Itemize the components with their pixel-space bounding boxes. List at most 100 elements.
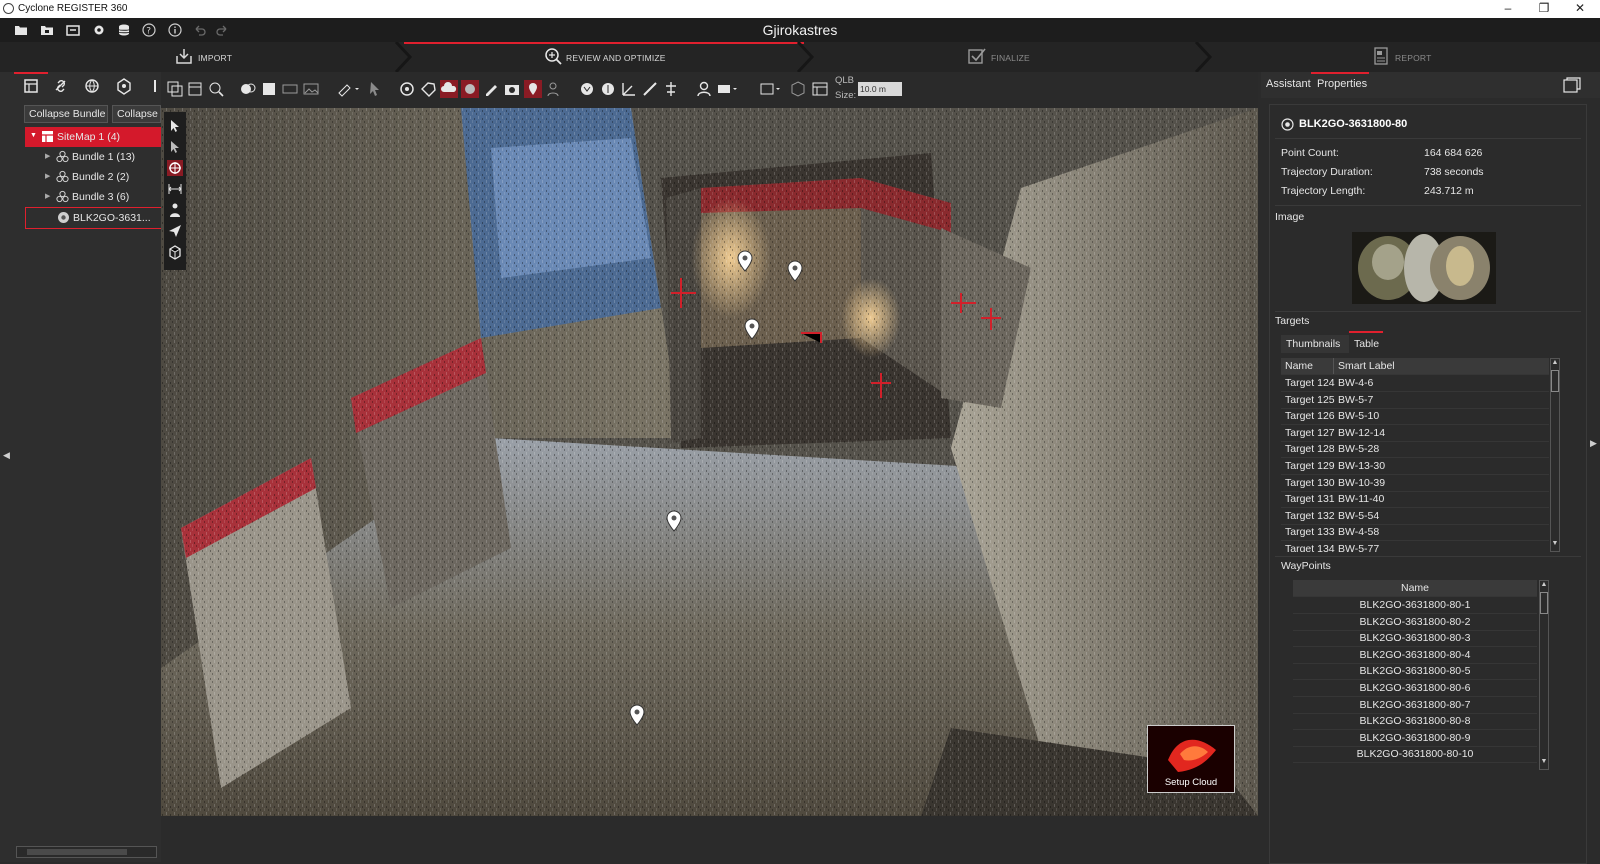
ruler-icon[interactable]: [641, 80, 659, 98]
scroll-down-arrow-icon[interactable]: ▼: [1551, 540, 1559, 550]
scroll-up-arrow-icon[interactable]: ▲: [1540, 581, 1548, 591]
targets-tab-thumbnails[interactable]: Thumbnails: [1281, 335, 1349, 353]
select-arrow-icon[interactable]: [167, 118, 183, 134]
table-row[interactable]: Target 132 BW-5-54: [1281, 508, 1549, 525]
person-link-icon[interactable]: [545, 80, 563, 98]
setup-cloud-thumbnail[interactable]: Setup Cloud: [1147, 725, 1235, 793]
link-tab-icon[interactable]: [47, 75, 75, 97]
image-view-icon[interactable]: [302, 80, 320, 98]
pointer-tool-icon[interactable]: [366, 80, 384, 98]
table-row[interactable]: Target 126 BW-5-10: [1281, 408, 1549, 426]
select-plus-icon[interactable]: [167, 139, 183, 155]
target-tab-icon[interactable]: [110, 75, 138, 97]
fly-send-icon[interactable]: [167, 223, 183, 239]
tree-item-bundle-2[interactable]: ▶ Bundle 2 (2): [25, 167, 161, 187]
zoom-fit-icon[interactable]: [207, 80, 225, 98]
scroll-thumb[interactable]: [1551, 370, 1559, 392]
scroll-up-arrow-icon[interactable]: ▲: [1551, 359, 1559, 369]
collapse-bundle-button[interactable]: Collapse Bundle: [24, 105, 108, 123]
pin-toggle-icon[interactable]: [524, 80, 542, 98]
undock-window-icon[interactable]: [1562, 76, 1582, 94]
table-row[interactable]: Target 127 BW-12-14: [1281, 425, 1549, 442]
walk-person-icon[interactable]: [167, 202, 183, 218]
pen-icon[interactable]: [482, 80, 500, 98]
table-row[interactable]: Target 125 BW-5-7: [1281, 392, 1549, 409]
column-header-name[interactable]: Name: [1285, 360, 1313, 372]
select-copy-icon[interactable]: [166, 80, 184, 98]
globe-tab-icon[interactable]: [78, 75, 106, 97]
tree-item-bundle-3[interactable]: ▶ Bundle 3 (6): [25, 187, 161, 207]
pan-measure-icon[interactable]: [167, 181, 183, 197]
collapse-arrow-icon[interactable]: ▶: [45, 152, 50, 160]
qlb-size-field[interactable]: 10.0 m: [858, 82, 902, 96]
list-item[interactable]: BLK2GO-3631800-80-7: [1293, 697, 1537, 714]
close-button[interactable]: ✕: [1562, 0, 1598, 18]
left-horizontal-scrollbar[interactable]: [16, 846, 157, 858]
collapse-arrow-icon[interactable]: ▶: [45, 192, 50, 200]
level-icon[interactable]: [662, 80, 680, 98]
table-row[interactable]: Target 130 BW-10-39: [1281, 475, 1549, 492]
tree-item-setup[interactable]: BLK2GO-3631...: [25, 207, 163, 229]
sphere-toggle-icon[interactable]: [461, 80, 479, 98]
scroll-down-arrow-icon[interactable]: ▼: [1540, 758, 1548, 768]
waypoints-scrollbar[interactable]: ▲ ▼: [1539, 580, 1549, 770]
table-row[interactable]: Target 133 BW-4-58: [1281, 524, 1549, 542]
cube-icon[interactable]: [167, 244, 183, 260]
targets-scrollbar[interactable]: ▲ ▼: [1550, 358, 1560, 552]
globe-edit-icon[interactable]: [599, 80, 617, 98]
collapse-all-button[interactable]: Collapse: [112, 105, 161, 123]
cube-view-icon[interactable]: [789, 80, 807, 98]
table-row[interactable]: Target 134 BW-5-77: [1281, 541, 1549, 552]
list-item[interactable]: BLK2GO-3631800-80-4: [1293, 647, 1537, 664]
step-finalize[interactable]: FINALIZE: [968, 42, 1168, 72]
waypoint-pin-icon[interactable]: [666, 510, 682, 532]
box-view-icon[interactable]: [260, 80, 278, 98]
table-row[interactable]: Target 129 BW-13-30: [1281, 458, 1549, 475]
waypoint-pin-icon[interactable]: [787, 260, 803, 282]
column-header-smart-label[interactable]: Smart Label: [1338, 360, 1395, 372]
tab-properties[interactable]: Properties: [1317, 78, 1367, 90]
globe-navigate-icon[interactable]: [578, 80, 596, 98]
panorama-image[interactable]: [1352, 232, 1496, 304]
box-model-icon[interactable]: [811, 80, 829, 98]
display-dropdown-icon[interactable]: [759, 80, 783, 98]
list-item[interactable]: BLK2GO-3631800-80-6: [1293, 680, 1537, 697]
expand-arrow-icon[interactable]: ▼: [30, 132, 37, 139]
table-row[interactable]: Target 128 BW-5-28: [1281, 441, 1549, 459]
axis-icon[interactable]: [620, 80, 638, 98]
waypoint-pin-icon[interactable]: [629, 704, 645, 726]
targets-tab-table[interactable]: Table: [1349, 335, 1389, 353]
tree-item-bundle-1[interactable]: ▶ Bundle 1 (13): [25, 147, 161, 167]
view-dropdown-icon[interactable]: [716, 80, 740, 98]
orbit-icon[interactable]: [167, 160, 183, 176]
cloud-toggle-icon[interactable]: [440, 80, 458, 98]
list-item[interactable]: BLK2GO-3631800-80-1: [1293, 597, 1537, 614]
list-item[interactable]: BLK2GO-3631800-80-2: [1293, 614, 1537, 631]
layers-icon[interactable]: [186, 80, 204, 98]
list-item[interactable]: BLK2GO-3631800-80-3: [1293, 630, 1537, 648]
collapse-arrow-icon[interactable]: ▶: [45, 172, 50, 180]
slice-icon[interactable]: [281, 80, 299, 98]
collapse-left-arrow-icon[interactable]: ◀: [3, 450, 11, 462]
step-review-optimize[interactable]: REVIEW AND OPTIMIZE: [540, 42, 790, 72]
setup-point-icon[interactable]: [398, 80, 416, 98]
sitemap-tab-icon[interactable]: [17, 75, 45, 97]
step-report[interactable]: REPORT: [1372, 42, 1572, 72]
person-view-icon[interactable]: [695, 80, 713, 98]
list-item[interactable]: BLK2GO-3631800-80-5: [1293, 663, 1537, 681]
scroll-thumb[interactable]: [1540, 592, 1548, 614]
expand-right-arrow-icon[interactable]: ▶: [1590, 438, 1600, 450]
minimize-button[interactable]: –: [1490, 0, 1526, 18]
column-header-name[interactable]: Name: [1401, 582, 1429, 594]
waypoint-pin-icon[interactable]: [744, 318, 760, 340]
point-cloud-viewport[interactable]: Setup Cloud: [161, 108, 1258, 816]
camera-icon[interactable]: [503, 80, 521, 98]
list-item[interactable]: BLK2GO-3631800-80-9: [1293, 730, 1537, 747]
tree-item-sitemap[interactable]: ▼ SiteMap 1 (4): [25, 127, 161, 147]
table-row[interactable]: Target 124 BW-4-6: [1281, 375, 1549, 392]
tag-icon[interactable]: [419, 80, 437, 98]
maximize-button[interactable]: ❐: [1526, 0, 1562, 18]
color-mode-icon[interactable]: [239, 80, 257, 98]
tab-assistant[interactable]: Assistant: [1266, 78, 1311, 90]
waypoint-pin-icon[interactable]: [737, 250, 753, 272]
